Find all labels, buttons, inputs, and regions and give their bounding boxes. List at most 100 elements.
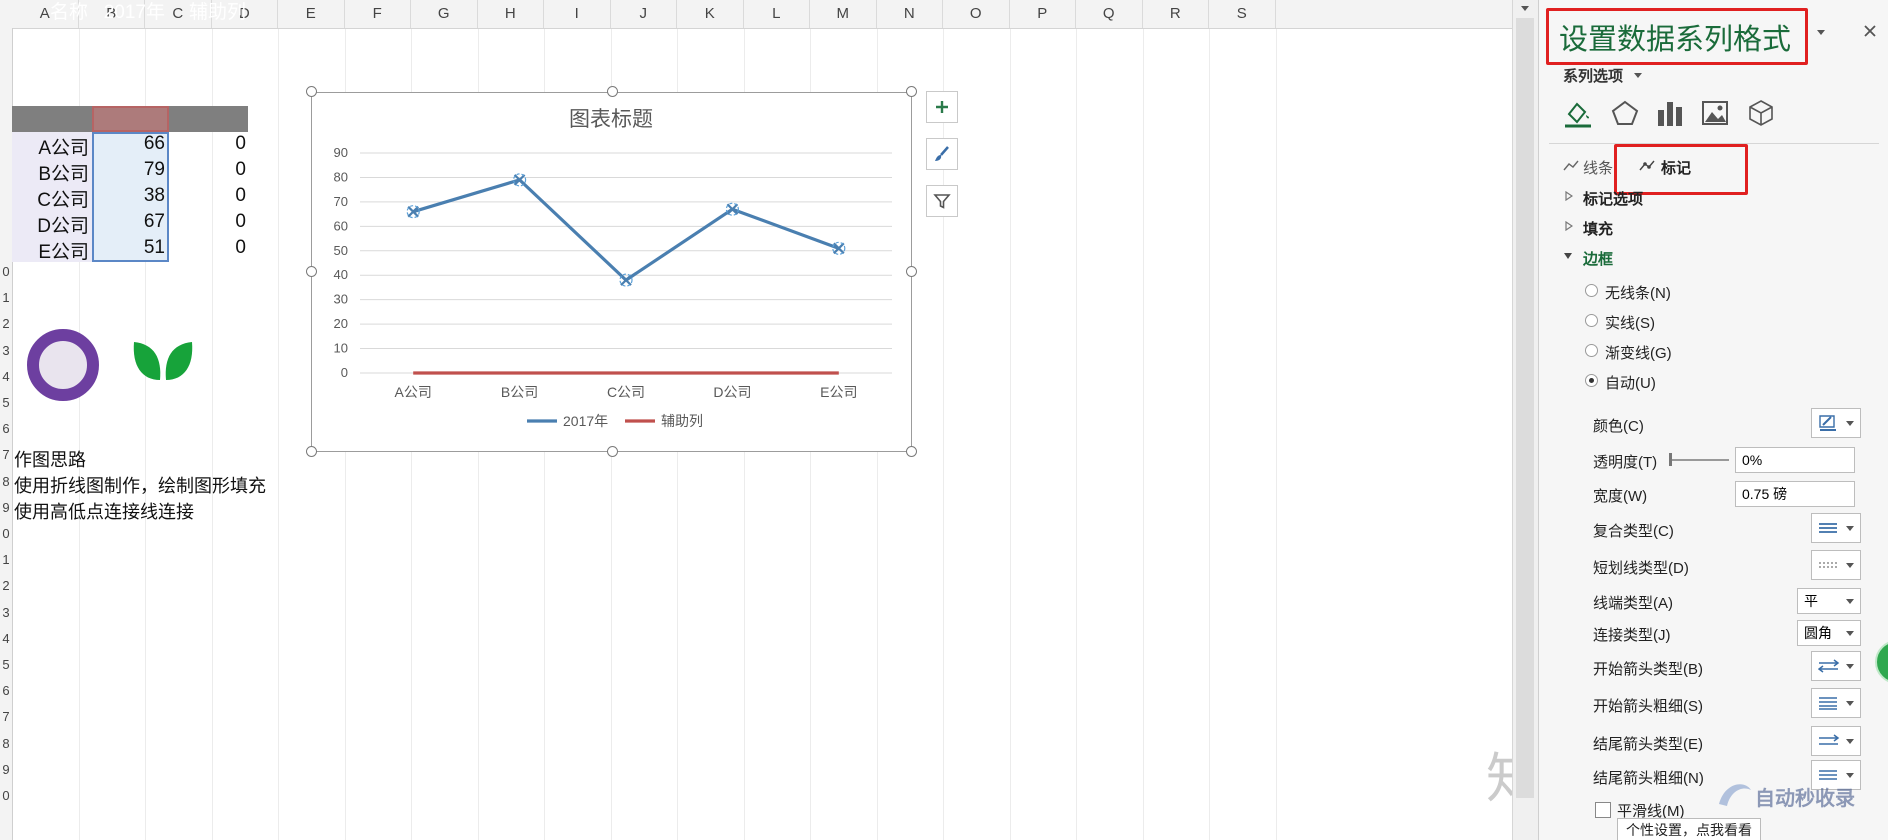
column-header-j[interactable]: J: [611, 0, 677, 28]
resize-handle[interactable]: [306, 446, 317, 457]
border-radio[interactable]: [1585, 284, 1598, 297]
scroll-up-icon[interactable]: [1521, 6, 1529, 11]
header-aux[interactable]: 辅助列: [169, 0, 246, 26]
table-cell-name[interactable]: E公司: [12, 237, 89, 264]
collapse-border-icon[interactable]: [1563, 252, 1573, 260]
header-2017[interactable]: 2017年: [92, 0, 165, 26]
resize-handle[interactable]: [906, 86, 917, 97]
border-radio[interactable]: [1585, 314, 1598, 327]
row-number[interactable]: 1: [0, 552, 12, 567]
row-number[interactable]: 9: [0, 500, 12, 515]
cap-type-dropdown[interactable]: 平: [1797, 588, 1861, 614]
table-cell-value[interactable]: 38: [92, 185, 165, 207]
column-header-r[interactable]: R: [1143, 0, 1209, 28]
begin-arrow-size-dropdown[interactable]: [1811, 688, 1861, 718]
row-number[interactable]: 1: [0, 290, 12, 305]
selected-header-cell[interactable]: [92, 106, 169, 132]
column-header-l[interactable]: L: [744, 0, 810, 28]
table-cell-value[interactable]: 51: [92, 237, 165, 259]
compound-type-dropdown[interactable]: [1811, 513, 1861, 543]
table-cell-aux[interactable]: 0: [169, 185, 246, 207]
spreadsheet-area[interactable]: ABCDEFGHIJKLMNOPQRS 01234567890123456789…: [0, 0, 1512, 840]
chart-filter-button[interactable]: [926, 185, 958, 217]
join-type-dropdown[interactable]: 圆角: [1797, 620, 1861, 646]
row-number[interactable]: 3: [0, 343, 12, 358]
column-header-g[interactable]: G: [411, 0, 478, 28]
table-cell-name[interactable]: A公司: [12, 133, 89, 160]
table-cell-aux[interactable]: 0: [169, 133, 246, 155]
ring-shape[interactable]: [24, 326, 102, 404]
column-header-k[interactable]: K: [677, 0, 744, 28]
section-border[interactable]: 边框: [1583, 248, 1613, 269]
tab-line[interactable]: 线条: [1583, 157, 1613, 178]
chart-styles-button[interactable]: [926, 138, 958, 170]
panel-options-icon[interactable]: [1817, 30, 1825, 35]
transparency-input[interactable]: 0%: [1735, 447, 1855, 473]
row-number[interactable]: 7: [0, 709, 12, 724]
resize-handle[interactable]: [306, 266, 317, 277]
resize-handle[interactable]: [607, 86, 618, 97]
close-icon[interactable]: [1863, 24, 1877, 38]
dash-type-dropdown[interactable]: [1811, 550, 1861, 580]
row-number[interactable]: 2: [0, 316, 12, 331]
expand-fill-icon[interactable]: [1565, 221, 1573, 231]
begin-arrow-type-dropdown[interactable]: [1811, 651, 1861, 681]
color-picker[interactable]: [1811, 408, 1861, 438]
border-radio[interactable]: [1585, 344, 1598, 357]
table-cell-aux[interactable]: 0: [169, 237, 246, 259]
table-cell-name[interactable]: D公司: [12, 211, 89, 238]
fill-line-icon[interactable]: [1563, 98, 1593, 128]
row-number[interactable]: 0: [0, 526, 12, 541]
header-name[interactable]: 名称: [12, 0, 88, 26]
width-input[interactable]: 0.75 磅: [1735, 481, 1855, 507]
vertical-scrollbar[interactable]: [1512, 0, 1538, 840]
resize-handle[interactable]: [306, 86, 317, 97]
table-cell-value[interactable]: 66: [92, 133, 165, 155]
row-number[interactable]: 5: [0, 395, 12, 410]
transparency-slider-thumb[interactable]: [1669, 453, 1672, 466]
row-number[interactable]: 2: [0, 578, 12, 593]
row-number[interactable]: 7: [0, 447, 12, 462]
table-cell-aux[interactable]: 0: [169, 211, 246, 233]
transparency-slider-track[interactable]: [1671, 459, 1729, 461]
table-cell-value[interactable]: 79: [92, 159, 165, 181]
row-number[interactable]: 9: [0, 762, 12, 777]
series-options-dropdown[interactable]: 系列选项: [1563, 65, 1623, 86]
expand-marker-options-icon[interactable]: [1565, 191, 1573, 201]
column-header-p[interactable]: P: [1010, 0, 1076, 28]
picture-icon[interactable]: [1701, 100, 1729, 126]
note-line-1[interactable]: 作图思路: [14, 446, 86, 472]
section-marker-options[interactable]: 标记选项: [1583, 188, 1643, 209]
column-header-h[interactable]: H: [478, 0, 544, 28]
series-options-icon[interactable]: [1655, 98, 1685, 128]
border-option-label[interactable]: 渐变线(G): [1605, 342, 1672, 363]
section-fill[interactable]: 填充: [1583, 218, 1613, 239]
row-number[interactable]: 0: [0, 788, 12, 803]
column-header-n[interactable]: N: [877, 0, 943, 28]
row-number[interactable]: 6: [0, 683, 12, 698]
effects-icon[interactable]: [1611, 100, 1639, 126]
column-header-m[interactable]: M: [810, 0, 877, 28]
column-header-o[interactable]: O: [943, 0, 1010, 28]
row-number[interactable]: 8: [0, 474, 12, 489]
column-header-q[interactable]: Q: [1076, 0, 1143, 28]
row-number[interactable]: 6: [0, 421, 12, 436]
smooth-line-checkbox[interactable]: [1595, 802, 1611, 818]
column-header-i[interactable]: I: [544, 0, 611, 28]
row-number[interactable]: 4: [0, 631, 12, 646]
border-option-label[interactable]: 无线条(N): [1605, 282, 1671, 303]
scroll-thumb[interactable]: [1516, 18, 1534, 798]
chart-elements-button[interactable]: [926, 91, 958, 123]
border-option-label[interactable]: 实线(S): [1605, 312, 1655, 333]
line-chart[interactable]: 图表标题 0 10 20 30 40 50 60 70 80 90 A公司 B公司 C公司 D公司 E公司 20…: [311, 92, 912, 452]
table-cell-value[interactable]: 67: [92, 211, 165, 233]
floating-assist-icon[interactable]: [1875, 640, 1888, 684]
resize-handle[interactable]: [607, 446, 618, 457]
resize-handle[interactable]: [906, 266, 917, 277]
series-options-chevron-icon[interactable]: [1634, 73, 1642, 78]
row-number[interactable]: 0: [0, 264, 12, 279]
note-line-2[interactable]: 使用折线图制作，绘制图形填充: [14, 472, 266, 498]
column-header-e[interactable]: E: [278, 0, 345, 28]
row-number[interactable]: 4: [0, 369, 12, 384]
column-header-s[interactable]: S: [1209, 0, 1276, 28]
